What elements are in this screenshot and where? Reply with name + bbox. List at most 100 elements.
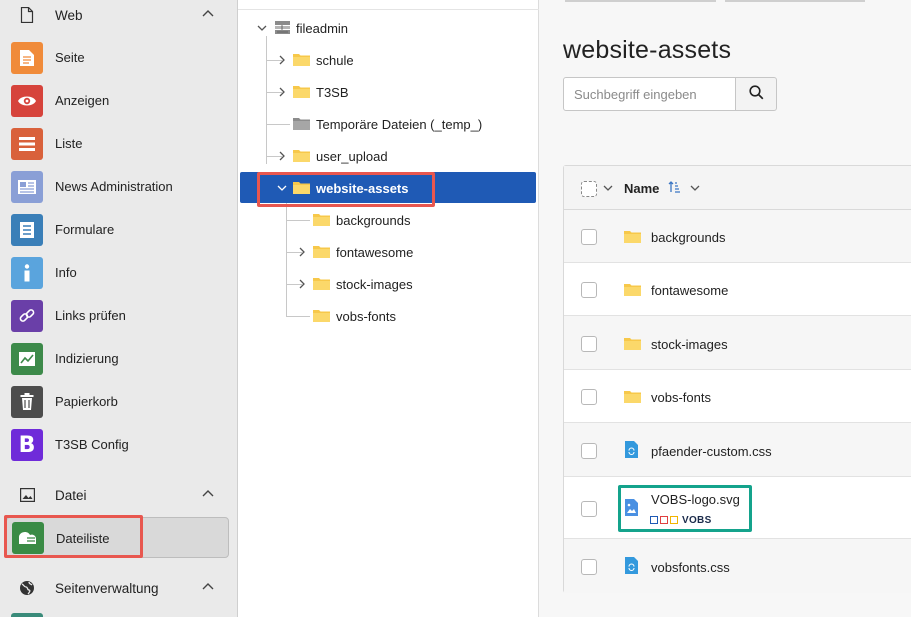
- group-label: Web: [55, 7, 83, 23]
- module-sidebar: Web Seite Anzeigen Liste News Administra…: [0, 0, 238, 617]
- module-anzeigen[interactable]: Anzeigen: [11, 83, 229, 119]
- chevron-down-icon[interactable]: [689, 182, 701, 197]
- chevron-up-icon[interactable]: [200, 486, 216, 502]
- folder-open-icon: [293, 181, 310, 194]
- page-title: website-assets: [563, 36, 732, 64]
- row-checkbox[interactable]: [581, 559, 597, 575]
- file-name[interactable]: vobsfonts.css: [651, 560, 730, 575]
- chevron-down-icon[interactable]: [602, 182, 614, 197]
- module-dateiliste[interactable]: Dateiliste: [6, 517, 229, 558]
- file-name[interactable]: pfaender-custom.css: [651, 444, 772, 459]
- folder-icon: [313, 309, 330, 322]
- bootstrap-icon: B: [11, 429, 43, 461]
- image-icon: [19, 487, 35, 503]
- toolbar-partial: [565, 0, 716, 2]
- logo-text: VOBS: [682, 514, 712, 526]
- module-papierkorb[interactable]: Papierkorb: [11, 384, 229, 420]
- group-label: Datei: [55, 487, 87, 503]
- trash-icon: [11, 386, 43, 418]
- tree-node-t3sb[interactable]: T3SB: [238, 80, 538, 104]
- tree-node-stock-images[interactable]: stock-images: [238, 272, 538, 296]
- logo-square-yellow: [670, 516, 678, 524]
- file-thumbnail: VOBS: [650, 513, 712, 527]
- tree-node-label: T3SB: [316, 85, 349, 100]
- tree-node-website-assets[interactable]: website-assets: [238, 176, 538, 200]
- module-liste[interactable]: Liste: [11, 126, 229, 162]
- group-web[interactable]: Web: [0, 0, 237, 30]
- table-row[interactable]: VOBS-logo.svg VOBS: [564, 477, 911, 539]
- row-checkbox[interactable]: [581, 336, 597, 352]
- row-checkbox[interactable]: [581, 501, 597, 517]
- chevron-down-icon[interactable]: [256, 22, 268, 34]
- tree-node-user-upload[interactable]: user_upload: [238, 144, 538, 168]
- storage-icon: [274, 20, 291, 34]
- chevron-up-icon[interactable]: [200, 6, 216, 22]
- group-datei[interactable]: Datei: [0, 480, 237, 510]
- tree-node-fileadmin[interactable]: fileadmin: [238, 16, 538, 40]
- search-input[interactable]: [563, 77, 736, 111]
- eye-icon: [11, 85, 43, 117]
- module-news-administration[interactable]: News Administration: [11, 169, 229, 205]
- table-row[interactable]: fontawesome: [564, 263, 911, 316]
- tree-node-backgrounds[interactable]: backgrounds: [238, 208, 538, 232]
- tree-node-temp[interactable]: Temporäre Dateien (_temp_): [238, 112, 538, 136]
- module-label: Links prüfen: [55, 308, 126, 323]
- module-links-pruefen[interactable]: Links prüfen: [11, 298, 229, 334]
- column-name-header[interactable]: Name: [624, 181, 659, 196]
- module-label: Formulare: [55, 222, 115, 237]
- sort-ascending-icon[interactable]: [668, 180, 682, 197]
- chevron-down-icon[interactable]: [276, 182, 288, 194]
- table-row[interactable]: pfaender-custom.css: [564, 423, 911, 477]
- css-file-icon: [625, 441, 638, 461]
- divider: [238, 9, 539, 10]
- chevron-right-icon[interactable]: [276, 150, 288, 162]
- row-checkbox[interactable]: [581, 229, 597, 245]
- select-all-checkbox[interactable]: [581, 181, 597, 197]
- table-row[interactable]: vobsfonts.css: [564, 539, 911, 593]
- module-info[interactable]: Info: [11, 255, 229, 291]
- search-button[interactable]: [735, 77, 777, 111]
- row-checkbox[interactable]: [581, 389, 597, 405]
- tree-node-schule[interactable]: schule: [238, 48, 538, 72]
- module-label: Dateiliste: [56, 531, 110, 546]
- tree-node-label: fontawesome: [336, 245, 414, 260]
- module-formulare[interactable]: Formulare: [11, 212, 229, 248]
- chevron-right-icon[interactable]: [276, 54, 288, 66]
- group-seitenverwaltung[interactable]: Seitenverwaltung: [0, 573, 237, 603]
- chevron-right-icon[interactable]: [296, 278, 308, 290]
- toolbar-partial: [725, 0, 865, 2]
- module-label: News Administration: [55, 179, 173, 194]
- module-t3sb-config[interactable]: B T3SB Config: [11, 427, 229, 463]
- chevron-up-icon[interactable]: [200, 579, 216, 595]
- file-name[interactable]: backgrounds: [651, 230, 725, 245]
- module-label: Seite: [55, 50, 85, 65]
- file-list-icon: [12, 522, 44, 554]
- module-label: Liste: [55, 136, 83, 151]
- row-checkbox[interactable]: [581, 443, 597, 459]
- table-row[interactable]: stock-images: [564, 316, 911, 370]
- chevron-right-icon[interactable]: [276, 86, 288, 98]
- folder-icon: [624, 230, 641, 246]
- file-name[interactable]: fontawesome: [651, 283, 728, 298]
- folder-icon: [293, 149, 310, 162]
- tree-node-fontawesome[interactable]: fontawesome: [238, 240, 538, 264]
- module-indizierung[interactable]: Indizierung: [11, 341, 229, 377]
- file-name[interactable]: VOBS-logo.svg: [651, 492, 740, 507]
- search-icon: [748, 85, 764, 103]
- chevron-right-icon[interactable]: [296, 246, 308, 258]
- tree-node-vobs-fonts[interactable]: vobs-fonts: [238, 304, 538, 328]
- module-seite[interactable]: Seite: [11, 40, 229, 76]
- tree-node-label: vobs-fonts: [336, 309, 396, 324]
- row-checkbox[interactable]: [581, 282, 597, 298]
- tree-node-label: stock-images: [336, 277, 413, 292]
- table-row[interactable]: backgrounds: [564, 210, 911, 263]
- folder-icon: [624, 337, 641, 353]
- module-label: T3SB Config: [55, 437, 129, 452]
- tree-node-label: user_upload: [316, 149, 388, 164]
- globe-icon: [19, 580, 35, 596]
- tree-node-label: Temporäre Dateien (_temp_): [316, 117, 483, 132]
- tree-node-label: schule: [316, 53, 354, 68]
- table-row[interactable]: vobs-fonts: [564, 370, 911, 423]
- file-name[interactable]: stock-images: [651, 337, 728, 352]
- file-name[interactable]: vobs-fonts: [651, 390, 711, 405]
